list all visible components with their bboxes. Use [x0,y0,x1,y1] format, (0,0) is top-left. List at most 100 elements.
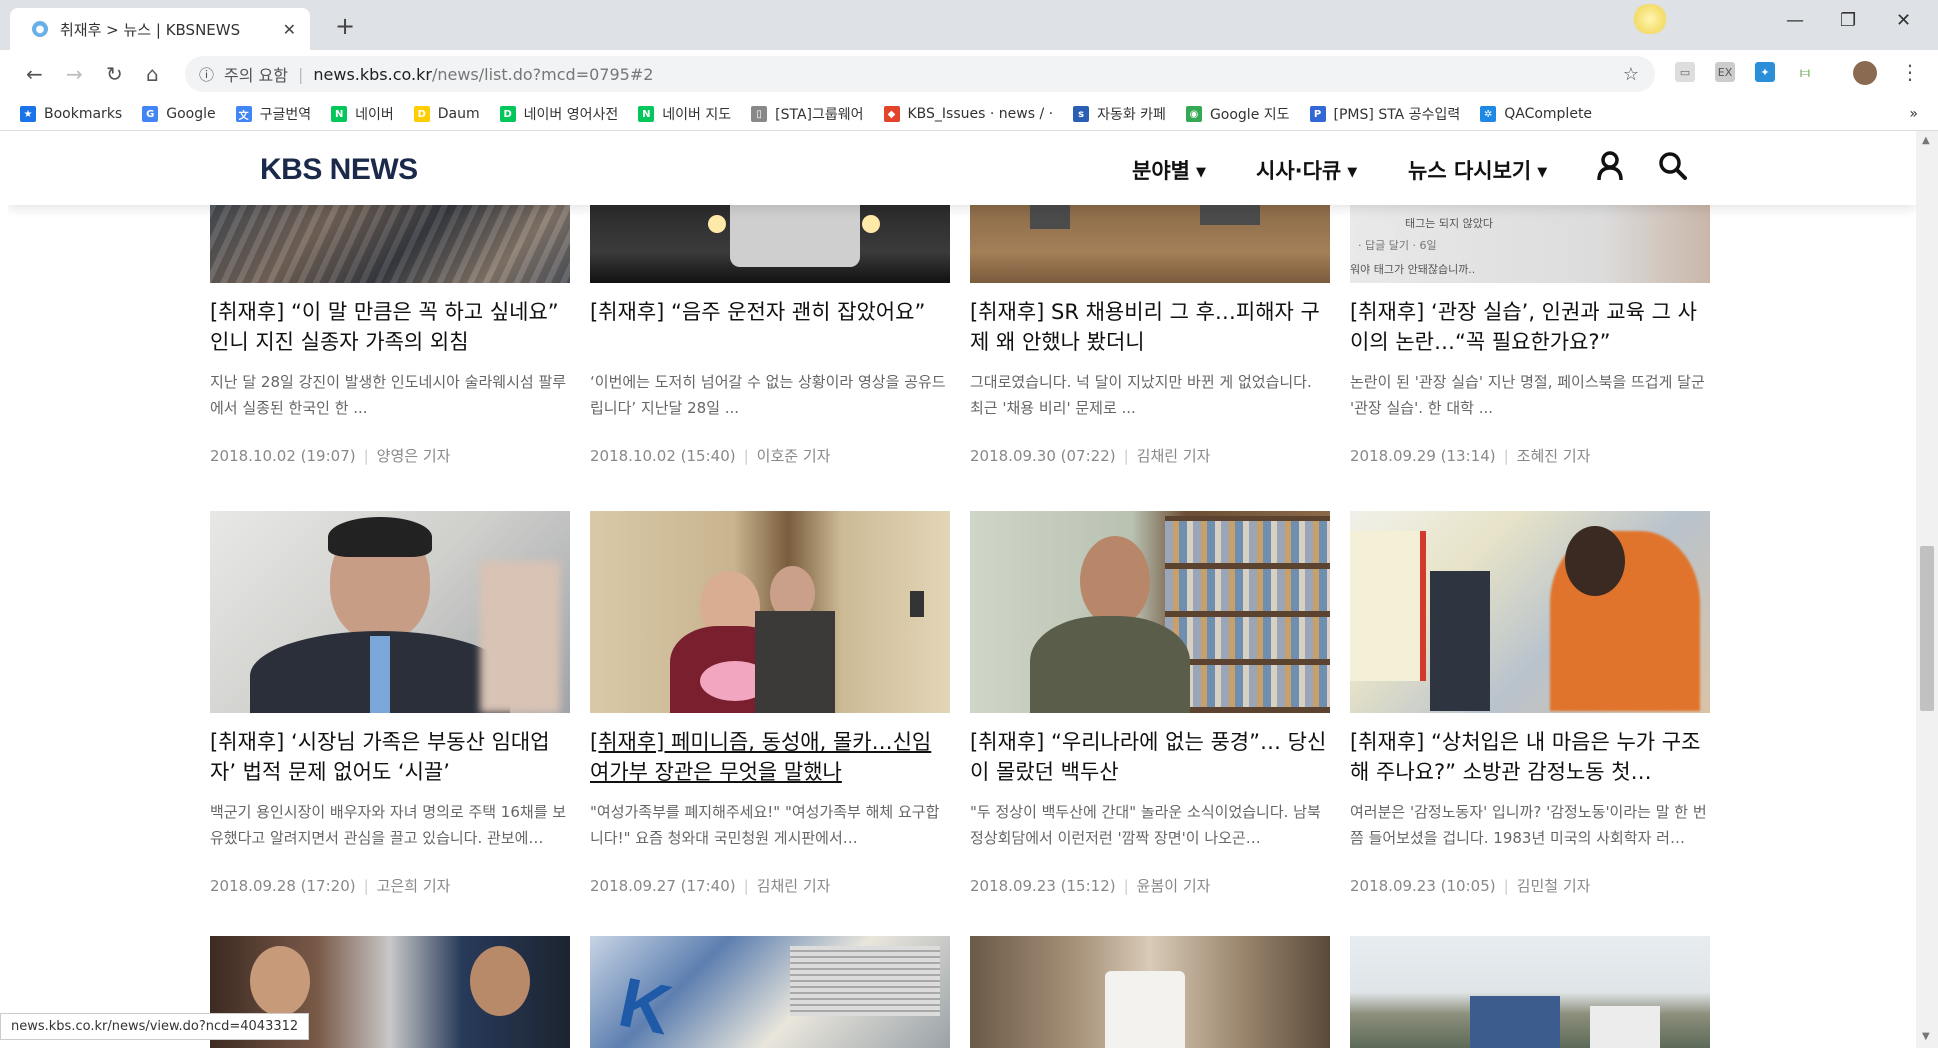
article-thumbnail[interactable]: K [590,936,950,1048]
bookmark-item[interactable]: ◉ Google 지도 [1185,104,1290,124]
article-thumbnail[interactable] [970,511,1330,713]
tab-close-icon[interactable]: ✕ [283,20,296,39]
article-summary: 지난 달 28일 강진이 발생한 인도네시아 술라웨시섬 팔루에서 실종된 한국… [210,373,567,417]
article-thumbnail[interactable] [590,511,950,713]
extension-icon-1[interactable]: ▭ [1675,62,1695,82]
meta-divider: | [743,447,749,465]
url-text: news.kbs.co.kr/news/list.do?mcd=0795#2 [313,65,653,84]
kbs-news-logo[interactable]: KBS NEWS [260,153,418,187]
article-title[interactable]: [취재후] “상처입은 내 마음은 누가 구조해 주나요?” 소방관 감정노동 … [1350,727,1710,787]
article-title[interactable]: [취재후] ‘관장 실습’, 인권과 교육 그 사이의 논란…“꼭 필요한가요?… [1350,297,1710,357]
truck-shape [1470,996,1560,1048]
article-card[interactable]: [취재후] “음주 운전자 괜히 잡았어요” ‘이번에는 도저히 넘어갈 수 없… [590,205,950,466]
bookmark-label: [PMS] STA 공수입력 [1333,107,1461,123]
article-card[interactable]: [취재후] “이 말 만큼은 꼭 하고 싶네요” 인니 지진 실종자 가족의 외… [210,205,570,466]
article-title[interactable]: [취재후] ‘시장님 가족은 부동산 임대업자’ 법적 문제 없어도 ‘시끌’ [210,727,570,787]
article-thumbnail[interactable] [210,511,570,713]
bookmark-item[interactable]: ▯ [STA]그룹웨어 [751,104,864,124]
address-separator: | [297,64,304,84]
reload-button[interactable]: ↻ [106,62,123,86]
bookmark-item[interactable]: D Daum [413,106,480,122]
person-face-shape [470,946,530,1016]
article-date: 2018.10.02 (19:07) [210,447,356,465]
maximize-button[interactable]: ❐ [1840,10,1856,31]
search-icon[interactable] [1658,151,1688,181]
bookmark-item[interactable]: ✲ QAComplete [1480,106,1592,122]
scrollbar-thumb[interactable] [1920,546,1934,711]
pms-icon: P [1309,106,1326,122]
article-card[interactable]: [취재후] ‘시장님 가족은 부동산 임대업자’ 법적 문제 없어도 ‘시끌’ … [210,511,570,896]
article-reporter: 조혜진 기자 [1516,447,1591,465]
bookmark-item[interactable]: 文 구글번역 [235,104,311,124]
home-button[interactable]: ⌂ [146,62,159,86]
google-icon: G [142,106,159,122]
info-icon[interactable]: ⓘ [199,64,214,85]
forward-button[interactable]: → [66,62,83,86]
article-thumbnail[interactable] [1350,936,1710,1048]
bookmark-item[interactable]: s 자동화 카페 [1073,104,1166,124]
sign-shape [1200,205,1260,225]
minimize-button[interactable]: — [1786,10,1804,31]
nav-menu-category[interactable]: 분야별 ▼ [1132,155,1206,185]
scroll-down-icon[interactable]: ▼ [1922,1031,1930,1042]
extension-icon-2[interactable]: EX [1715,62,1735,82]
article-title[interactable]: [취재후] “음주 운전자 괜히 잡았어요” [590,297,950,357]
nav-menu-replay[interactable]: 뉴스 다시보기 ▼ [1408,155,1547,185]
article-title[interactable]: [취재후] 페미니즘, 동성애, 몰카…신임 여가부 장관은 무엇을 말했나 [590,727,950,787]
headlight-shape [862,215,880,233]
article-card[interactable]: 태그는 되지 않았다 · 답글 달기 · 6일 워야 태그가 안돼잖습니까.. … [1350,205,1710,466]
bookmark-label: 네이버 [355,107,394,123]
article-card[interactable]: [취재후] SR 채용비리 그 후…피해자 구제 왜 안했나 봤더니 그대로였습… [970,205,1330,466]
article-title[interactable]: [취재후] SR 채용비리 그 후…피해자 구제 왜 안했나 봤더니 [970,297,1330,357]
address-bar[interactable]: ⓘ 주의 요함 | news.kbs.co.kr/news/list.do?mc… [185,56,1655,92]
user-icon[interactable] [1596,151,1624,181]
article-thumbnail[interactable]: 태그는 되지 않았다 · 답글 달기 · 6일 워야 태그가 안돼잖습니까.. [1350,205,1710,283]
bookmark-item[interactable]: N 네이버 [331,104,394,124]
article-summary: ‘이번에는 도저히 넘어갈 수 없는 상황이라 영상을 공유드립니다’ 지난달 … [590,373,946,417]
article-card[interactable]: [취재후] “우리나라에 없는 풍경”… 당신이 몰랐던 백두산 "두 정상이 … [970,511,1330,896]
article-thumbnail[interactable] [970,205,1330,283]
meta-divider: | [363,447,369,465]
nav-menu-current-affairs[interactable]: 시사·다큐 ▼ [1256,155,1357,185]
browser-tab[interactable]: ● 취재후 > 뉴스 | KBSNEWS ✕ [10,8,310,50]
bookmark-item[interactable]: G Google [142,106,216,122]
article-title[interactable]: [취재후] “이 말 만큼은 꼭 하고 싶네요” 인니 지진 실종자 가족의 외… [210,297,570,357]
article-card[interactable]: [취재후] “상처입은 내 마음은 누가 구조해 주나요?” 소방관 감정노동 … [1350,511,1710,896]
article-thumbnail[interactable] [970,936,1330,1048]
back-button[interactable]: ← [26,62,43,86]
bookmark-item[interactable]: D 네이버 영어사전 [499,104,618,124]
bookmark-star-icon[interactable]: ☆ [1623,64,1639,85]
bookmark-item[interactable]: P [PMS] STA 공수입력 [1309,104,1461,124]
article-meta: 2018.10.02 (19:07) | 양영은 기자 [210,445,570,466]
sun-decoration-icon [1630,4,1670,34]
extension-icon-4[interactable]: ⧦ [1795,62,1815,82]
tab-strip: ● 취재후 > 뉴스 | KBSNEWS ✕ + — ❐ ✕ [0,0,1938,50]
meta-divider: | [1503,877,1509,895]
meta-divider: | [743,877,749,895]
new-tab-button[interactable]: + [335,12,355,40]
article-thumbnail[interactable] [590,205,950,283]
article-thumbnail[interactable] [210,205,570,283]
bookmark-item[interactable]: ◆ KBS_Issues · news / · [883,106,1053,122]
firefighter-shape [1430,571,1490,711]
article-reporter: 이호준 기자 [756,447,831,465]
chrome-menu-icon[interactable]: ⋮ [1900,60,1920,84]
bookmarks-overflow-icon[interactable]: » [1909,106,1918,122]
extension-icon-3[interactable]: ✦ [1755,62,1775,82]
bookmark-item[interactable]: ★ Bookmarks [20,106,122,122]
profile-avatar[interactable] [1853,61,1877,85]
article-title[interactable]: [취재후] “우리나라에 없는 풍경”… 당신이 몰랐던 백두산 [970,727,1330,787]
close-window-button[interactable]: ✕ [1896,10,1911,31]
security-label: 주의 요함 [224,66,288,85]
person-face-shape [250,946,310,1016]
bookmark-label: 네이버 지도 [662,107,732,123]
page-scrollbar[interactable]: ▲ ▼ [1916,131,1938,1048]
bookmark-item[interactable]: N 네이버 지도 [638,104,731,124]
article-thumbnail[interactable] [1350,511,1710,713]
url-host: news.kbs.co.kr [313,64,432,84]
scroll-up-icon[interactable]: ▲ [1922,135,1930,146]
bookmark-label: 자동화 카페 [1097,107,1166,123]
article-date: 2018.09.27 (17:40) [590,877,736,895]
article-card[interactable]: [취재후] 페미니즘, 동성애, 몰카…신임 여가부 장관은 무엇을 말했나 "… [590,511,950,896]
document-shape [790,946,940,1016]
